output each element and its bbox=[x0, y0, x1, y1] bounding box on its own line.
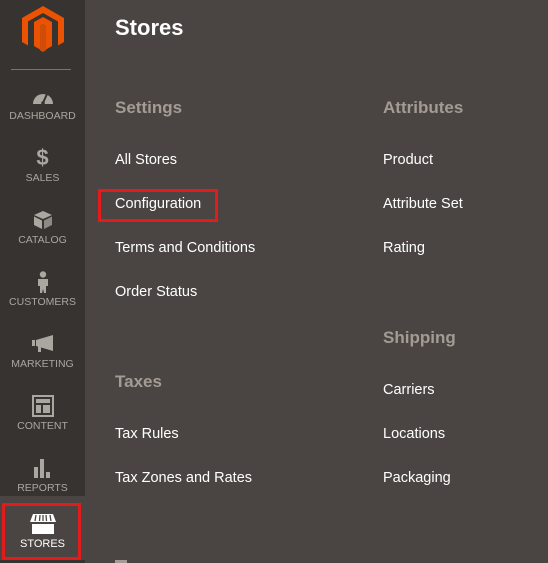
link-order-status[interactable]: Order Status bbox=[115, 284, 197, 300]
nav-dashboard[interactable]: Dashboard bbox=[0, 62, 85, 122]
nav-marketing-label: Marketing bbox=[11, 358, 74, 370]
nav-catalog-label: Catalog bbox=[18, 234, 67, 246]
nav-sales[interactable]: $ Sales bbox=[0, 124, 85, 184]
dashboard-gauge-icon bbox=[30, 85, 56, 107]
nav-reports[interactable]: Reports bbox=[0, 434, 85, 494]
bar-chart-icon bbox=[30, 457, 56, 479]
link-carriers[interactable]: Carriers bbox=[383, 382, 435, 398]
magento-logo-icon[interactable] bbox=[22, 6, 64, 52]
link-locations[interactable]: Locations bbox=[383, 426, 445, 442]
nav-customers[interactable]: Customers bbox=[0, 248, 85, 308]
nav-catalog[interactable]: Catalog bbox=[0, 186, 85, 246]
storefront-icon bbox=[29, 513, 56, 535]
link-packaging[interactable]: Packaging bbox=[383, 470, 451, 486]
section-title-attributes: Attributes bbox=[383, 98, 464, 117]
megaphone-icon bbox=[30, 333, 56, 355]
nav-content-label: Content bbox=[17, 420, 68, 432]
nav-stores[interactable]: Stores bbox=[0, 496, 85, 560]
link-terms-and-conditions[interactable]: Terms and Conditions bbox=[115, 240, 255, 256]
person-icon bbox=[30, 271, 56, 293]
nav-dashboard-label: Dashboard bbox=[9, 110, 76, 122]
nav-sales-label: Sales bbox=[25, 172, 60, 184]
admin-sidebar: Dashboard $ Sales Catalog Customers Mark… bbox=[0, 0, 85, 563]
nav-reports-label: Reports bbox=[17, 482, 68, 494]
section-title-taxes: Taxes bbox=[115, 372, 162, 391]
link-configuration[interactable]: Configuration bbox=[115, 196, 201, 212]
nav-marketing[interactable]: Marketing bbox=[0, 310, 85, 370]
page-title: Stores bbox=[115, 15, 184, 40]
link-tax-rules[interactable]: Tax Rules bbox=[115, 426, 179, 442]
nav-customers-label: Customers bbox=[9, 296, 76, 308]
section-title-shipping: Shipping bbox=[383, 328, 456, 347]
link-rating[interactable]: Rating bbox=[383, 240, 425, 256]
link-all-stores[interactable]: All Stores bbox=[115, 152, 177, 168]
section-title-settings: Settings bbox=[115, 98, 183, 117]
box-icon bbox=[30, 209, 56, 231]
stores-menu-panel: Stores Settings All Stores Configuration… bbox=[85, 0, 548, 563]
link-tax-zones-and-rates[interactable]: Tax Zones and Rates bbox=[115, 470, 252, 486]
layout-icon bbox=[30, 395, 56, 417]
link-product[interactable]: Product bbox=[383, 152, 433, 168]
nav-stores-label: Stores bbox=[19, 537, 66, 550]
dollar-icon: $ bbox=[36, 145, 49, 170]
nav-content[interactable]: Content bbox=[0, 372, 85, 432]
link-attribute-set[interactable]: Attribute Set bbox=[383, 196, 463, 212]
